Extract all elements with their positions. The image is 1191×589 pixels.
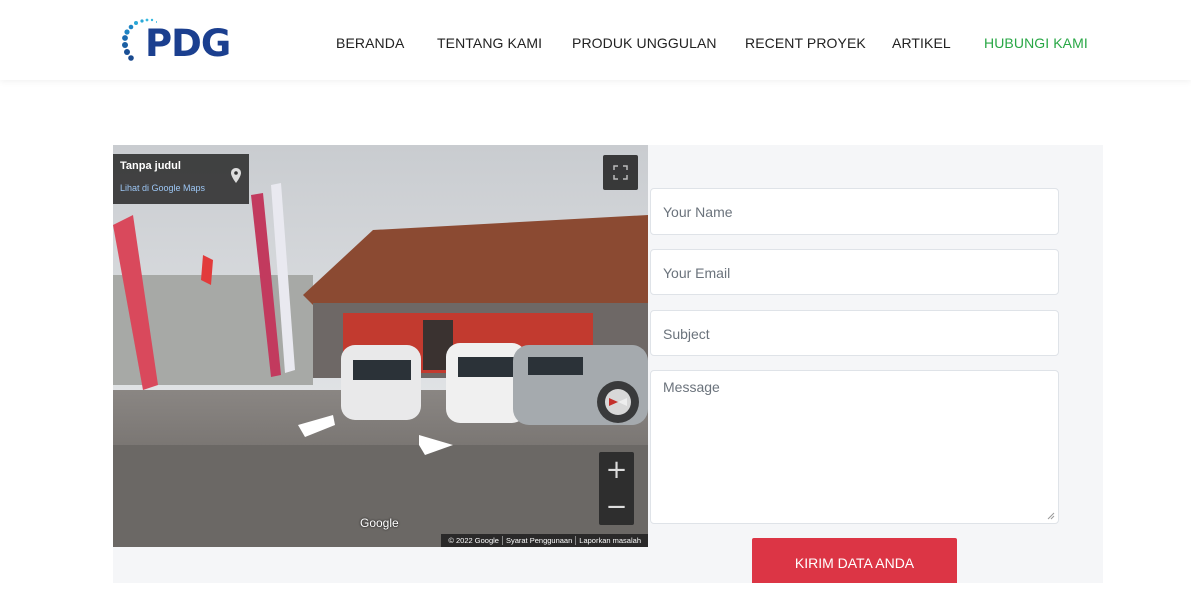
zoom-out-button[interactable]: − bbox=[599, 489, 634, 525]
zoom-control: + − bbox=[599, 452, 634, 525]
nav-beranda[interactable]: BERANDA bbox=[336, 35, 404, 51]
resize-handle-icon[interactable] bbox=[1047, 512, 1055, 520]
fullscreen-button[interactable] bbox=[603, 155, 638, 190]
map-report-link[interactable]: Laporkan masalah bbox=[575, 536, 644, 545]
google-maps-link[interactable]: Lihat di Google Maps bbox=[120, 183, 205, 193]
zoom-in-button[interactable]: + bbox=[599, 452, 634, 488]
nav-produk-unggulan[interactable]: PRODUK UNGGULAN bbox=[572, 35, 717, 51]
nav-recent-proyek[interactable]: RECENT PROYEK bbox=[745, 35, 866, 51]
email-input[interactable]: Your Email bbox=[650, 249, 1059, 295]
street-view-map[interactable]: Tanpa judul Lihat di Google Maps + − Goo… bbox=[113, 145, 648, 547]
map-title: Tanpa judul bbox=[120, 160, 181, 172]
subject-placeholder: Subject bbox=[663, 326, 710, 342]
nav-hubungi-kami[interactable]: HUBUNGI KAMI bbox=[984, 35, 1088, 51]
map-pin-icon bbox=[231, 168, 241, 183]
map-terms-link[interactable]: Syarat Penggunaan bbox=[501, 536, 576, 545]
map-copyright: © 2022 Google bbox=[448, 536, 499, 545]
message-textarea[interactable]: Message bbox=[650, 370, 1059, 524]
map-info-panel: Tanpa judul Lihat di Google Maps bbox=[113, 154, 249, 204]
nav-artikel[interactable]: ARTIKEL bbox=[892, 35, 951, 51]
submit-button[interactable]: KIRIM DATA ANDA bbox=[752, 538, 957, 583]
name-input[interactable]: Your Name bbox=[650, 188, 1059, 235]
name-placeholder: Your Name bbox=[663, 204, 733, 220]
logo-text: PDG bbox=[145, 22, 231, 65]
site-header: PDG BERANDA TENTANG KAMI PRODUK UNGGULAN… bbox=[0, 0, 1191, 80]
email-placeholder: Your Email bbox=[663, 265, 731, 281]
subject-input[interactable]: Subject bbox=[650, 310, 1059, 356]
message-placeholder: Message bbox=[663, 379, 720, 395]
nav-tentang-kami[interactable]: TENTANG KAMI bbox=[437, 35, 542, 51]
compass-control[interactable] bbox=[597, 381, 639, 423]
logo[interactable]: PDG bbox=[117, 14, 232, 70]
compass-icon bbox=[605, 389, 631, 415]
street-view-image bbox=[113, 145, 648, 547]
map-footer: © 2022 Google Syarat Penggunaan Laporkan m… bbox=[441, 534, 648, 547]
google-watermark: Google bbox=[360, 516, 399, 530]
fullscreen-icon bbox=[613, 165, 628, 180]
